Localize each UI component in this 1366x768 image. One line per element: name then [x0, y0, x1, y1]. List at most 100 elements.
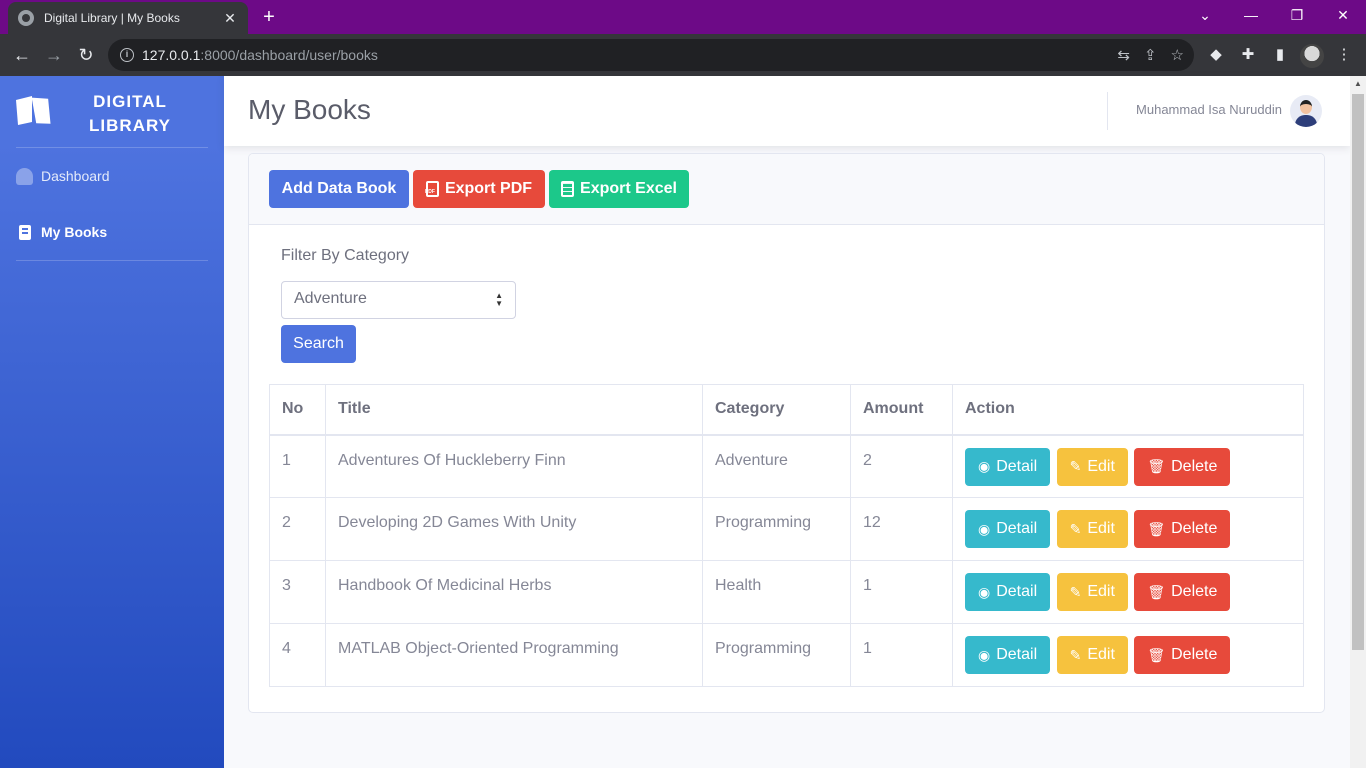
scrollbar-thumb[interactable]: [1352, 94, 1364, 650]
side-panel-icon[interactable]: ▮: [1270, 45, 1290, 65]
sidebar-item-label: Dashboard: [41, 168, 110, 184]
tab-title: Digital Library | My Books: [44, 11, 180, 25]
cell-amount: 1: [850, 560, 953, 624]
delete-button[interactable]: 🗑 Delete: [1134, 636, 1231, 674]
edit-button[interactable]: ✎ Edit: [1056, 573, 1128, 611]
detail-button[interactable]: ◉ Detail: [965, 447, 1051, 486]
browser-tab[interactable]: Digital Library | My Books ✕: [8, 2, 248, 34]
sidebar-item-dashboard[interactable]: Dashboard: [16, 158, 208, 194]
eye-icon: ◉: [978, 520, 991, 537]
trash-icon: 🗑: [1147, 458, 1166, 474]
extension-icon[interactable]: ◆: [1206, 45, 1226, 65]
cell-actions: ◉ Detail ✎ Edit 🗑 Delete: [952, 560, 1304, 624]
edit-icon: ✎: [1069, 458, 1082, 474]
edit-icon: ✎: [1069, 520, 1082, 537]
close-window-button[interactable]: ✕: [1320, 4, 1366, 26]
edit-button[interactable]: ✎ Edit: [1056, 510, 1128, 548]
eye-icon: ◉: [978, 583, 991, 600]
cell-category: Health: [702, 560, 851, 624]
delete-label: Delete: [1171, 646, 1218, 663]
col-header-action: Action: [952, 384, 1304, 436]
cell-actions: ◉ Detail ✎ Edit 🗑 Delete: [952, 623, 1304, 687]
detail-label: Detail: [996, 457, 1038, 475]
url-path: :8000/dashboard/user/books: [200, 47, 378, 63]
tab-search-icon[interactable]: ⌄: [1182, 4, 1228, 26]
trash-icon: 🗑: [1147, 583, 1166, 600]
add-book-button[interactable]: Add Data Book: [269, 170, 409, 208]
forward-icon[interactable]: →: [42, 43, 66, 67]
page-scrollbar[interactable]: ▲: [1350, 76, 1366, 768]
edit-button[interactable]: ✎ Edit: [1056, 636, 1128, 674]
sidebar-item-my-books[interactable]: My Books: [16, 214, 208, 250]
excel-file-icon: [561, 181, 575, 197]
delete-label: Delete: [1171, 520, 1218, 537]
translate-icon[interactable]: ⇆: [1117, 46, 1130, 64]
export-pdf-button[interactable]: Export PDF: [413, 170, 545, 208]
card-header: Add Data Book Export PDF Export Excel: [249, 154, 1324, 225]
select-caret-icon: ▲ ▼: [495, 291, 503, 308]
cell-no: 3: [269, 560, 326, 624]
minimize-button[interactable]: —: [1228, 4, 1274, 26]
export-pdf-label: Export PDF: [444, 180, 533, 197]
cell-category: Programming: [702, 497, 851, 561]
detail-label: Detail: [996, 520, 1038, 537]
detail-button[interactable]: ◉ Detail: [965, 636, 1051, 674]
close-tab-icon[interactable]: ✕: [222, 10, 238, 27]
detail-button[interactable]: ◉ Detail: [965, 573, 1051, 611]
eye-icon: ◉: [978, 646, 991, 663]
col-header-no[interactable]: No: [269, 384, 326, 436]
pdf-file-icon: [425, 181, 439, 197]
delete-label: Delete: [1171, 583, 1218, 600]
search-button[interactable]: Search: [281, 325, 356, 363]
puzzle-extensions-icon[interactable]: ✚: [1238, 45, 1258, 65]
cell-category: Adventure: [702, 434, 851, 498]
scroll-up-icon[interactable]: ▲: [1350, 79, 1366, 88]
restore-button[interactable]: ❐: [1274, 4, 1320, 26]
export-excel-button[interactable]: Export Excel: [549, 170, 689, 208]
reload-icon[interactable]: ↻: [74, 43, 98, 67]
edit-icon: ✎: [1069, 583, 1082, 600]
cell-title: Adventures Of Huckleberry Finn: [325, 434, 703, 498]
user-avatar[interactable]: [1290, 95, 1322, 127]
back-icon[interactable]: ←: [10, 43, 34, 67]
table-row: 2 Developing 2D Games With Unity Program…: [269, 497, 1304, 561]
edit-label: Edit: [1087, 457, 1115, 475]
cell-actions: ◉ Detail ✎ Edit 🗑 Delete: [952, 434, 1304, 498]
book-icon: [19, 224, 31, 240]
eye-icon: ◉: [978, 458, 991, 474]
col-header-category[interactable]: Category: [702, 384, 851, 436]
brand[interactable]: DIGITAL LIBRARY: [0, 76, 224, 146]
user-name[interactable]: Muhammad Isa Nuruddin: [1136, 102, 1282, 117]
col-header-title[interactable]: Title: [325, 384, 703, 436]
bookmark-star-icon[interactable]: ☆: [1171, 46, 1184, 64]
address-bar[interactable]: i 127.0.0.1:8000/dashboard/user/books ⇆ …: [108, 39, 1194, 71]
category-select[interactable]: Adventure ▲ ▼: [281, 281, 516, 319]
cell-title: Handbook Of Medicinal Herbs: [325, 560, 703, 624]
col-header-amount[interactable]: Amount: [850, 384, 953, 436]
table-row: 4 MATLAB Object-Oriented Programming Pro…: [269, 623, 1304, 687]
delete-button[interactable]: 🗑 Delete: [1134, 573, 1231, 611]
detail-label: Detail: [996, 646, 1038, 663]
cell-amount: 2: [850, 434, 953, 498]
delete-label: Delete: [1171, 457, 1218, 475]
detail-button[interactable]: ◉ Detail: [965, 510, 1051, 548]
site-info-icon[interactable]: i: [120, 48, 134, 62]
menu-kebab-icon[interactable]: ⋮: [1334, 45, 1354, 65]
profile-avatar-icon[interactable]: [1300, 44, 1324, 68]
edit-label: Edit: [1087, 646, 1115, 663]
detail-label: Detail: [996, 583, 1038, 600]
delete-button[interactable]: 🗑 Delete: [1134, 510, 1231, 548]
cell-title: MATLAB Object-Oriented Programming: [325, 623, 703, 687]
cell-amount: 12: [850, 497, 953, 561]
delete-button[interactable]: 🗑 Delete: [1134, 447, 1231, 486]
table-header-row: No Title Category Amount Action: [269, 384, 1304, 436]
filter-label: Filter By Category: [281, 247, 410, 264]
sidebar: DIGITAL LIBRARY Dashboard My Books: [0, 76, 224, 768]
edit-button[interactable]: ✎ Edit: [1056, 447, 1128, 486]
new-tab-button[interactable]: +: [258, 6, 280, 29]
open-book-icon: [16, 96, 51, 125]
browser-toolbar: ← → ↻ i 127.0.0.1:8000/dashboard/user/bo…: [0, 34, 1366, 76]
books-table: No Title Category Amount Action 1 Advent…: [269, 384, 1304, 687]
table-row: 1 Adventures Of Huckleberry Finn Adventu…: [269, 434, 1304, 498]
share-icon[interactable]: ⇪: [1144, 46, 1157, 64]
